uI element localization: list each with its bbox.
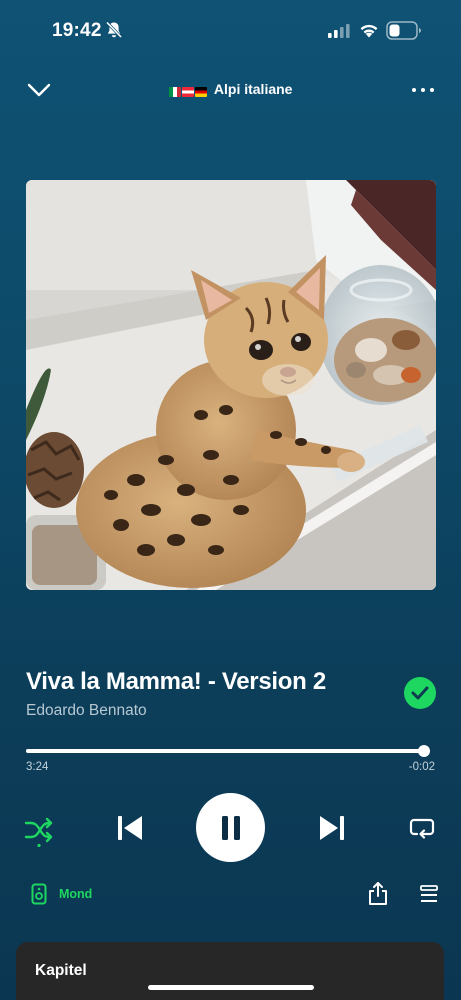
wifi-icon [360,24,378,38]
austria-flag-icon [181,87,194,98]
battery-icon [386,21,421,40]
playlist-title[interactable]: Alpi italiane [0,81,461,99]
bell-muted-icon [105,21,123,39]
track-title[interactable]: Viva la Mamma! - Version 2 [26,668,326,696]
repeat-icon[interactable] [409,815,435,841]
checkmark-icon [411,686,429,700]
status-bar: 19:42 [0,0,461,60]
kitten-image [26,180,436,590]
germany-flag-icon [194,87,207,98]
flags-group [168,83,208,99]
playback-controls [0,790,461,865]
progress-knob[interactable] [417,745,430,757]
time-remaining: -0:02 [408,761,435,773]
home-indicator[interactable] [148,985,314,990]
share-icon[interactable] [367,880,389,906]
italy-flag-icon [168,87,181,98]
pause-icon [222,816,240,840]
time-elapsed: 3:24 [26,761,49,773]
pause-button[interactable] [196,793,265,862]
skip-next-icon[interactable] [318,814,346,842]
progress-bar[interactable] [26,745,430,757]
chapters-title: Kapitel [35,962,87,979]
progress-fill [26,749,424,753]
device-label: Mond [59,887,93,901]
skip-previous-icon[interactable] [116,814,144,842]
queue-icon[interactable] [419,883,439,905]
more-options-icon[interactable] [410,82,436,98]
playlist-title-text: Alpi italiane [213,81,293,97]
cellular-signal-icon [328,24,350,38]
album-artwork [26,180,436,590]
status-time: 19:42 [52,20,102,41]
now-playing-header: Alpi italiane [0,74,461,106]
track-artist[interactable]: Edoardo Bennato [26,702,147,720]
chapters-card[interactable]: Kapitel [16,942,444,1000]
speaker-icon [31,883,47,905]
device-row: Mond [0,878,461,910]
shuffle-icon[interactable] [24,813,54,847]
saved-to-library-button[interactable] [404,677,436,709]
